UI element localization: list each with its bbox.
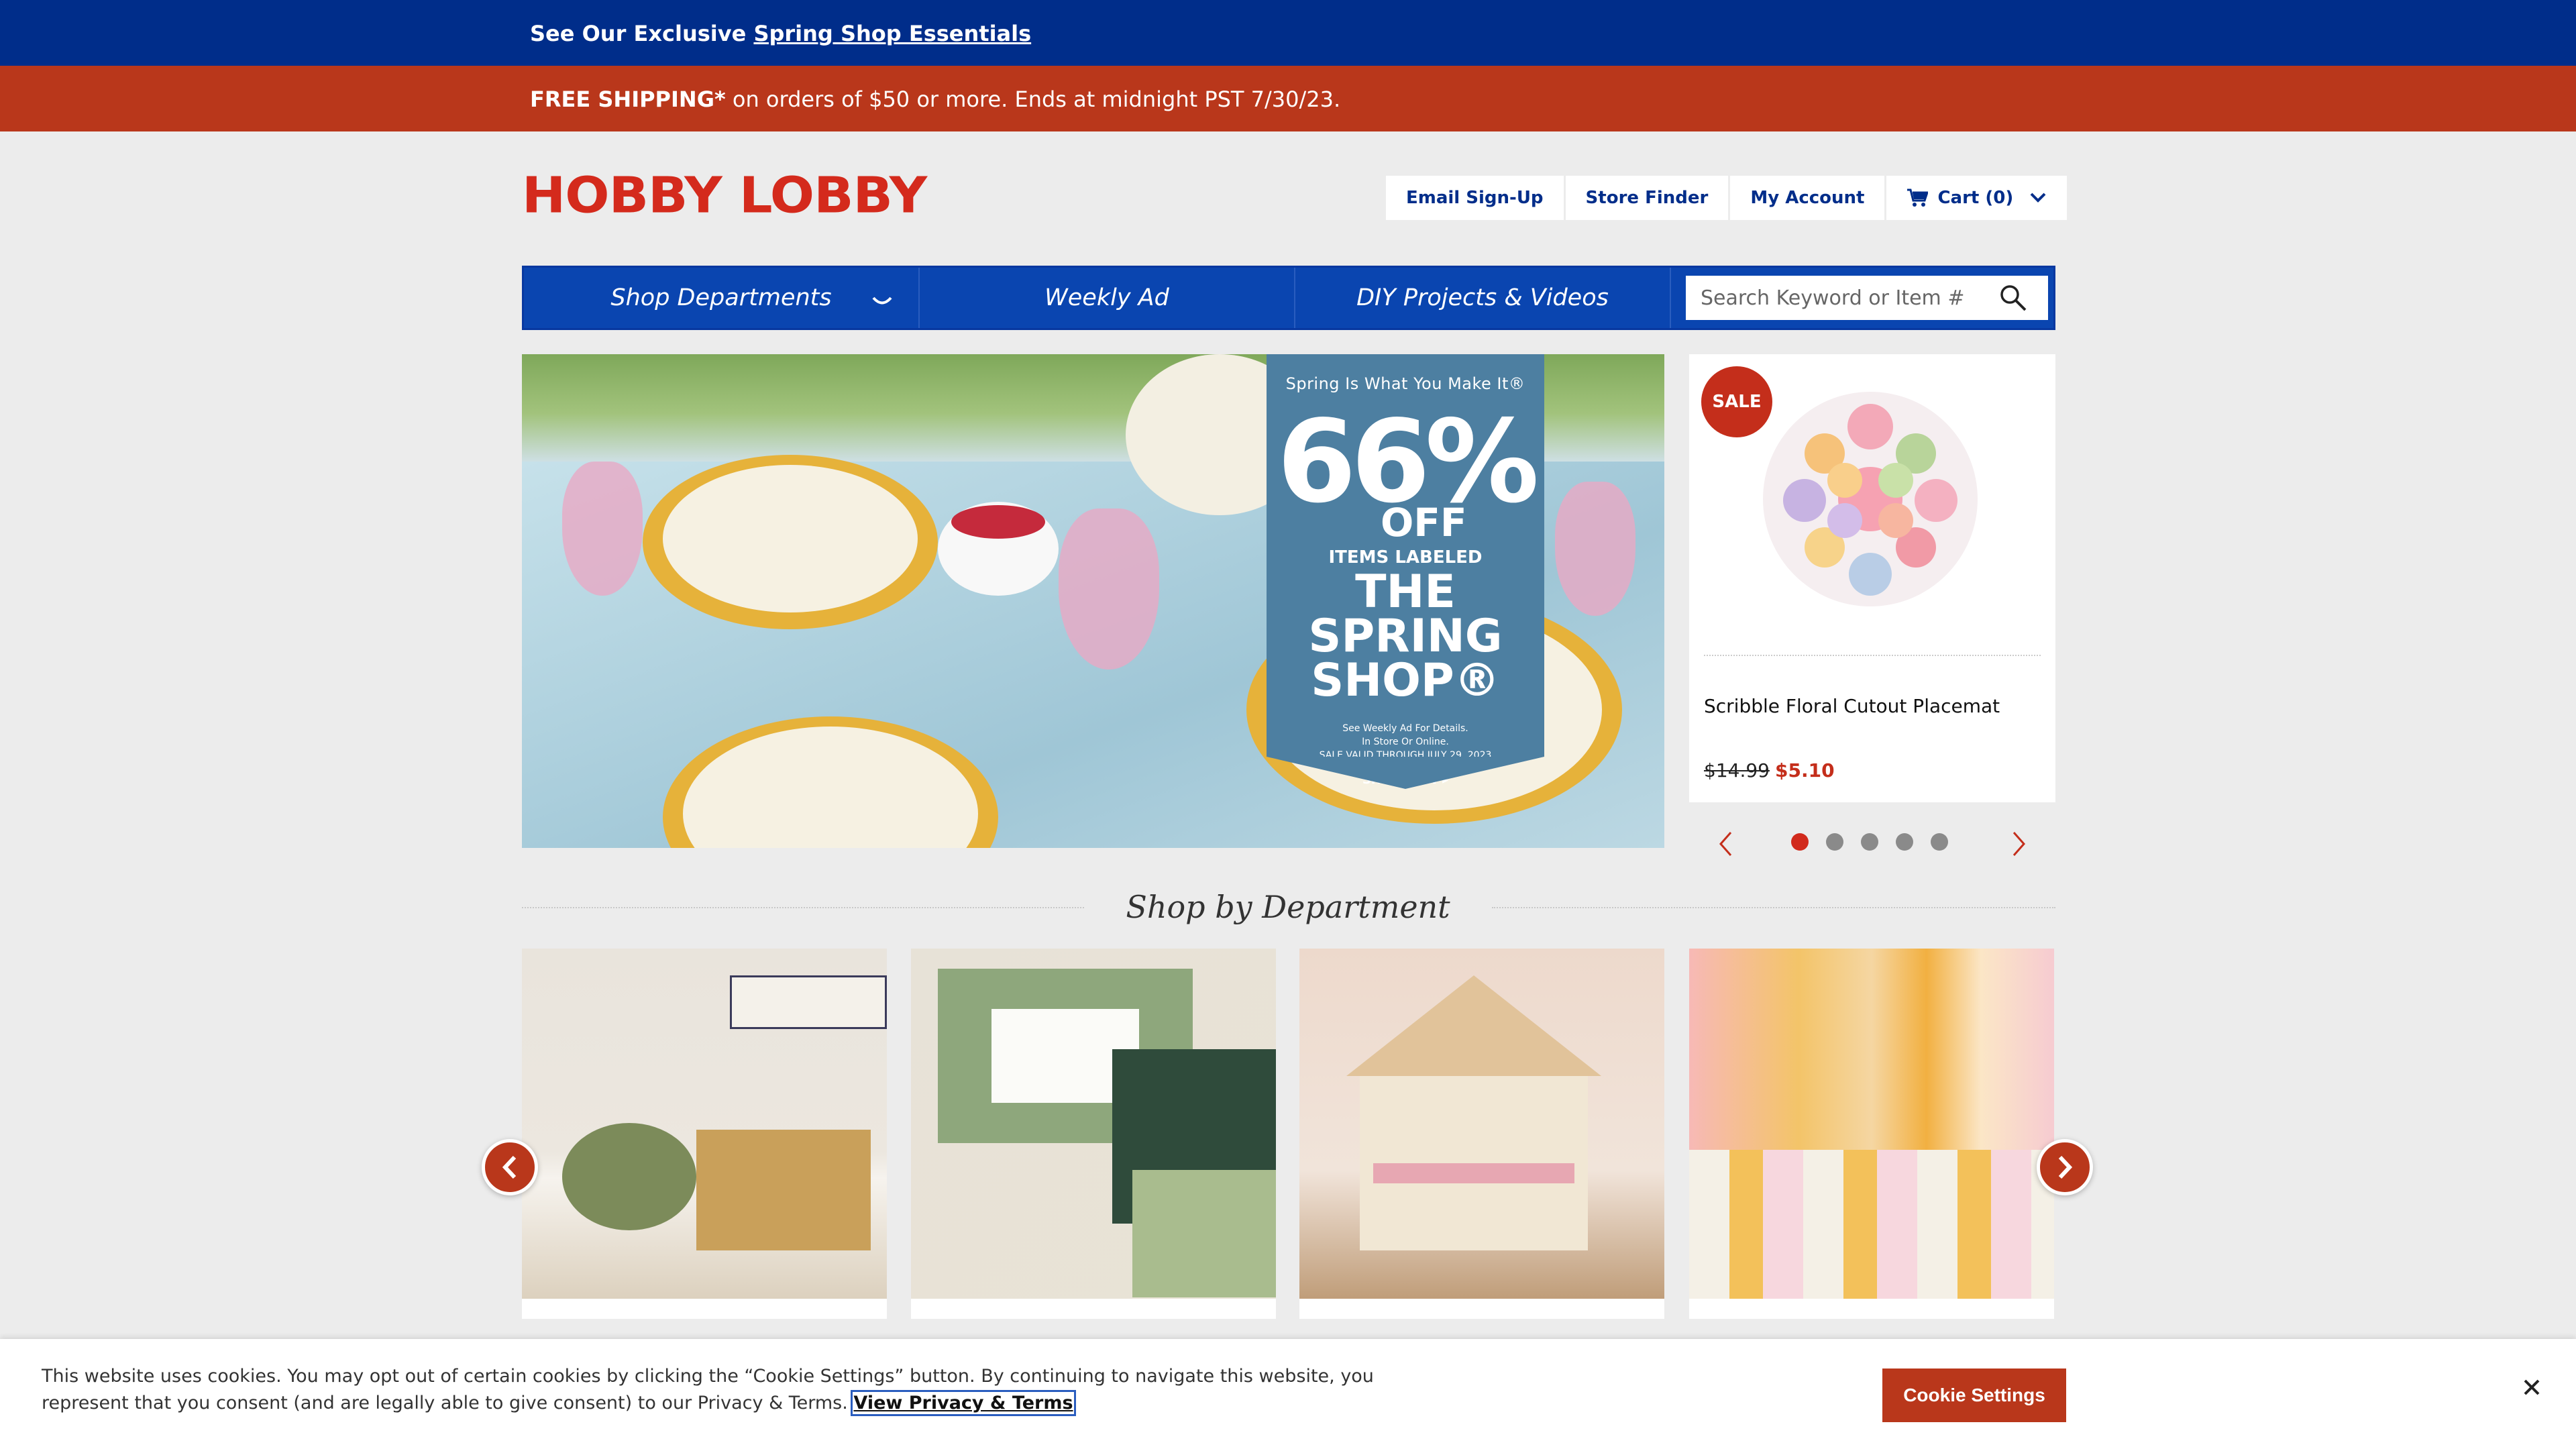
cookie-banner: This website uses cookies. You may opt o… bbox=[0, 1339, 2576, 1449]
chevron-left-icon[interactable] bbox=[1717, 830, 1733, 857]
tile-caption-area bbox=[1299, 1299, 1664, 1319]
main-nav: Shop Departments Weekly Ad DIY Projects … bbox=[522, 266, 2055, 330]
hero-shop-now[interactable]: SHOP NOW ▸ bbox=[1267, 773, 1544, 787]
hero-image-glass bbox=[1059, 508, 1159, 669]
shipping-detail: on orders of $50 or more. Ends at midnig… bbox=[725, 87, 1341, 112]
tile-caption-area bbox=[911, 1299, 1276, 1319]
hero-image-bowl bbox=[951, 505, 1045, 539]
divider bbox=[1704, 655, 2041, 656]
email-signup-link[interactable]: Email Sign-Up bbox=[1386, 176, 1566, 220]
chevron-down-icon bbox=[2030, 193, 2046, 203]
product-name[interactable]: Scribble Floral Cutout Placemat bbox=[1704, 695, 2000, 717]
carousel-dot-4[interactable] bbox=[1896, 833, 1913, 851]
sale-product-card[interactable]: SALE Scribble Floral Cutout Placemat $14… bbox=[1689, 354, 2055, 802]
cookie-message-text: This website uses cookies. You may opt o… bbox=[42, 1366, 1374, 1413]
tile-image-envelope bbox=[1132, 1170, 1276, 1297]
shipping-bold: FREE SHIPPING* bbox=[530, 87, 726, 112]
hobby-lobby-logo[interactable]: HOBBY LOBBY bbox=[522, 170, 927, 221]
carousel-dot-2[interactable] bbox=[1826, 833, 1843, 851]
tile-image-awning bbox=[1373, 1163, 1574, 1183]
cookie-message: This website uses cookies. You may opt o… bbox=[42, 1363, 1450, 1417]
utility-nav: Email Sign-Up Store Finder My Account Ca… bbox=[1386, 176, 2068, 220]
product-price: $14.99 $5.10 bbox=[1704, 759, 1835, 782]
my-account-link[interactable]: My Account bbox=[1730, 176, 1887, 220]
close-icon[interactable] bbox=[2522, 1378, 2541, 1397]
tile-image-roof bbox=[1346, 975, 1601, 1076]
chevron-left-icon bbox=[502, 1155, 517, 1179]
tile-image-fabric-rolls bbox=[1689, 1150, 2054, 1318]
hero-banner[interactable]: Spring Is What You Make It® 66% OFF ITEM… bbox=[522, 354, 1664, 848]
shipping-text: FREE SHIPPING* on orders of $50 or more.… bbox=[530, 87, 1340, 112]
promo-banner-spring: See Our Exclusive Spring Shop Essentials bbox=[0, 0, 2576, 66]
department-next-button[interactable] bbox=[2037, 1139, 2093, 1195]
carousel-dot-5[interactable] bbox=[1931, 833, 1948, 851]
shop-by-department-title: Shop by Department bbox=[1126, 889, 1450, 925]
hero-valid: SALE VALID THROUGH JULY 29, 2023 bbox=[1319, 750, 1492, 761]
nav-diy-projects[interactable]: DIY Projects & Videos bbox=[1295, 268, 1671, 328]
search-box bbox=[1686, 276, 2048, 320]
department-tile-fabric[interactable] bbox=[1689, 949, 2054, 1319]
hero-details-1: See Weekly Ad For Details. bbox=[1342, 723, 1468, 734]
carousel-dot-3[interactable] bbox=[1861, 833, 1878, 851]
department-tile-paper-crafting[interactable] bbox=[911, 949, 1276, 1319]
hero-items-labeled: ITEMS LABELED bbox=[1328, 547, 1483, 568]
hero-sale-badge: Spring Is What You Make It® 66% OFF ITEM… bbox=[1267, 354, 1544, 789]
promo-text: See Our Exclusive bbox=[530, 21, 754, 46]
department-tile-dollhouse[interactable] bbox=[1299, 949, 1664, 1319]
carousel-dot-1[interactable] bbox=[1791, 833, 1809, 851]
tile-image-plant bbox=[562, 1123, 696, 1230]
chevron-right-icon[interactable] bbox=[2011, 830, 2027, 857]
old-price: $14.99 bbox=[1704, 759, 1770, 782]
store-finder-link[interactable]: Store Finder bbox=[1566, 176, 1731, 220]
sale-price: $5.10 bbox=[1774, 759, 1835, 782]
search-input[interactable] bbox=[1686, 278, 1994, 318]
cart-label: Cart (0) bbox=[1937, 188, 2014, 208]
hero-image-glass bbox=[1555, 482, 1635, 616]
search-icon[interactable] bbox=[1998, 283, 2028, 313]
tile-caption-area bbox=[1689, 1299, 2054, 1319]
department-tile-home-decor[interactable] bbox=[522, 949, 887, 1319]
spring-shop-link[interactable]: Spring Shop Essentials bbox=[753, 21, 1031, 46]
tile-image-sign bbox=[730, 975, 887, 1029]
promo-banner-spring-text: See Our Exclusive Spring Shop Essentials bbox=[530, 21, 1031, 46]
hero-image-plate bbox=[663, 465, 918, 612]
tile-caption-area bbox=[522, 1299, 887, 1319]
hero-image-glass bbox=[562, 462, 643, 596]
nav-shop-departments[interactable]: Shop Departments bbox=[524, 268, 920, 328]
department-prev-button[interactable] bbox=[482, 1139, 538, 1195]
cart-icon bbox=[1907, 189, 1929, 207]
chevron-down-icon bbox=[872, 297, 892, 305]
cookie-settings-button[interactable]: Cookie Settings bbox=[1882, 1368, 2066, 1422]
nav-shop-departments-label: Shop Departments bbox=[610, 284, 832, 311]
hero-details-2: In Store Or Online. bbox=[1362, 737, 1449, 747]
tile-image-frame bbox=[696, 1130, 871, 1250]
nav-weekly-ad[interactable]: Weekly Ad bbox=[920, 268, 1295, 328]
hero-tagline: Spring Is What You Make It® bbox=[1285, 374, 1525, 393]
chevron-right-icon bbox=[2058, 1155, 2073, 1179]
promo-banner-shipping: FREE SHIPPING* on orders of $50 or more.… bbox=[0, 66, 2576, 131]
hero-headline: THE SPRING SHOP® bbox=[1308, 566, 1503, 707]
privacy-terms-link[interactable]: View Privacy & Terms bbox=[851, 1390, 1076, 1416]
cart-button[interactable]: Cart (0) bbox=[1886, 176, 2067, 220]
carousel-dots bbox=[1791, 833, 1966, 851]
product-image-placemat bbox=[1763, 392, 1978, 606]
